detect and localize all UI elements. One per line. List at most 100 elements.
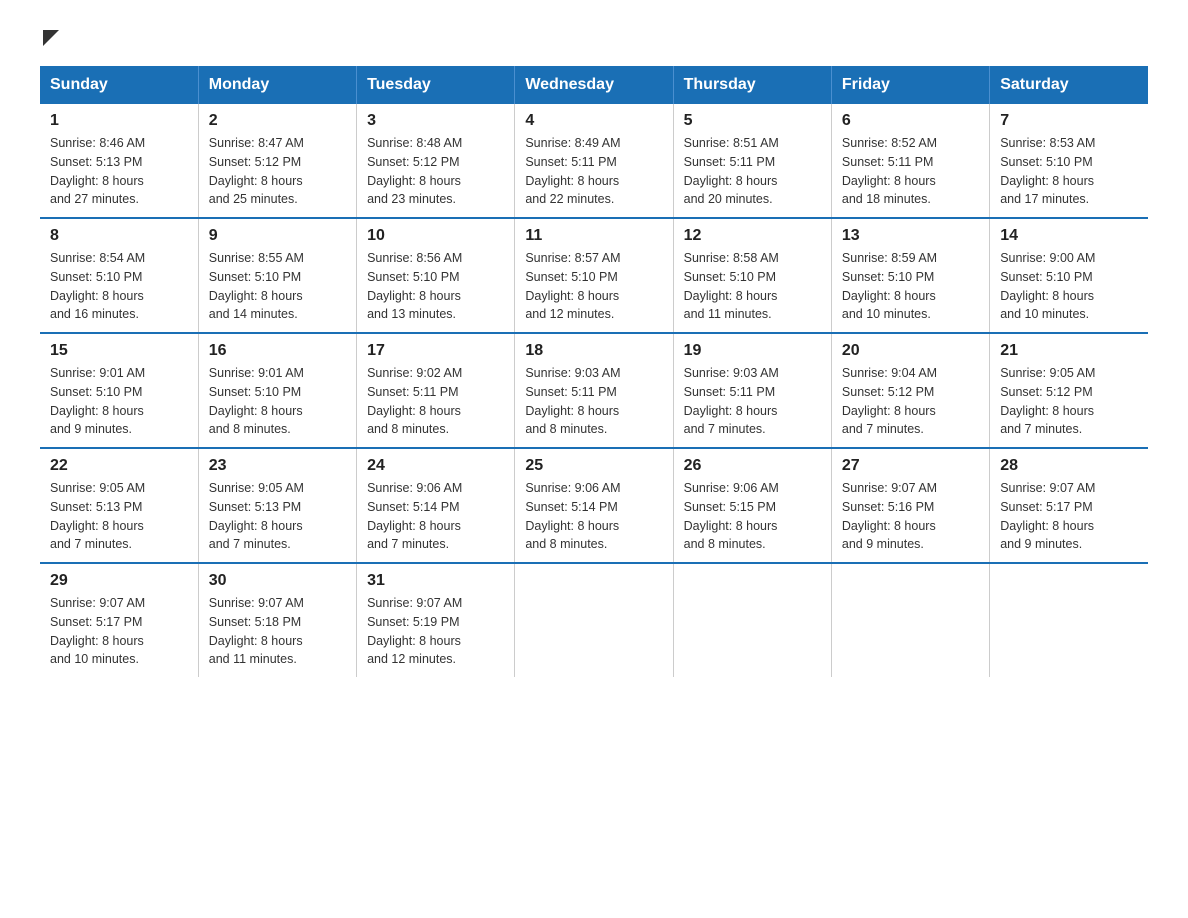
day-info: Sunrise: 8:52 AM Sunset: 5:11 PM Dayligh… — [842, 134, 979, 209]
day-number: 19 — [684, 342, 821, 360]
weekday-header-sunday: Sunday — [40, 66, 198, 104]
day-info: Sunrise: 8:47 AM Sunset: 5:12 PM Dayligh… — [209, 134, 346, 209]
day-info: Sunrise: 9:04 AM Sunset: 5:12 PM Dayligh… — [842, 364, 979, 439]
day-number: 31 — [367, 572, 504, 590]
day-number: 22 — [50, 457, 188, 475]
day-number: 30 — [209, 572, 346, 590]
day-info: Sunrise: 8:51 AM Sunset: 5:11 PM Dayligh… — [684, 134, 821, 209]
calendar-cell: 5 Sunrise: 8:51 AM Sunset: 5:11 PM Daylig… — [673, 104, 831, 218]
day-number: 13 — [842, 227, 979, 245]
weekday-header-monday: Monday — [198, 66, 356, 104]
day-number: 3 — [367, 112, 504, 130]
day-info: Sunrise: 9:02 AM Sunset: 5:11 PM Dayligh… — [367, 364, 504, 439]
day-number: 2 — [209, 112, 346, 130]
calendar-week-row: 1 Sunrise: 8:46 AM Sunset: 5:13 PM Daylig… — [40, 104, 1148, 218]
weekday-header-tuesday: Tuesday — [357, 66, 515, 104]
day-info: Sunrise: 9:06 AM Sunset: 5:15 PM Dayligh… — [684, 479, 821, 554]
day-info: Sunrise: 9:07 AM Sunset: 5:16 PM Dayligh… — [842, 479, 979, 554]
day-info: Sunrise: 9:05 AM Sunset: 5:13 PM Dayligh… — [50, 479, 188, 554]
calendar-cell: 2 Sunrise: 8:47 AM Sunset: 5:12 PM Daylig… — [198, 104, 356, 218]
day-number: 10 — [367, 227, 504, 245]
day-info: Sunrise: 8:49 AM Sunset: 5:11 PM Dayligh… — [525, 134, 662, 209]
calendar-cell: 3 Sunrise: 8:48 AM Sunset: 5:12 PM Daylig… — [357, 104, 515, 218]
calendar-cell: 26 Sunrise: 9:06 AM Sunset: 5:15 PM Dayli… — [673, 448, 831, 563]
calendar-cell — [673, 563, 831, 677]
day-number: 8 — [50, 227, 188, 245]
calendar-cell: 6 Sunrise: 8:52 AM Sunset: 5:11 PM Daylig… — [831, 104, 989, 218]
day-info: Sunrise: 9:07 AM Sunset: 5:17 PM Dayligh… — [50, 594, 188, 669]
day-number: 26 — [684, 457, 821, 475]
calendar-body: 1 Sunrise: 8:46 AM Sunset: 5:13 PM Daylig… — [40, 104, 1148, 677]
calendar-cell: 11 Sunrise: 8:57 AM Sunset: 5:10 PM Dayli… — [515, 218, 673, 333]
calendar-cell: 8 Sunrise: 8:54 AM Sunset: 5:10 PM Daylig… — [40, 218, 198, 333]
day-info: Sunrise: 8:56 AM Sunset: 5:10 PM Dayligh… — [367, 249, 504, 324]
day-info: Sunrise: 8:53 AM Sunset: 5:10 PM Dayligh… — [1000, 134, 1138, 209]
calendar-cell: 1 Sunrise: 8:46 AM Sunset: 5:13 PM Daylig… — [40, 104, 198, 218]
calendar-cell: 25 Sunrise: 9:06 AM Sunset: 5:14 PM Dayli… — [515, 448, 673, 563]
day-number: 5 — [684, 112, 821, 130]
calendar-cell: 29 Sunrise: 9:07 AM Sunset: 5:17 PM Dayli… — [40, 563, 198, 677]
day-number: 17 — [367, 342, 504, 360]
day-info: Sunrise: 9:05 AM Sunset: 5:13 PM Dayligh… — [209, 479, 346, 554]
calendar-cell — [831, 563, 989, 677]
calendar-week-row: 22 Sunrise: 9:05 AM Sunset: 5:13 PM Dayli… — [40, 448, 1148, 563]
calendar-cell: 9Sunrise: 8:55 AM Sunset: 5:10 PM Daylig… — [198, 218, 356, 333]
calendar-cell: 31 Sunrise: 9:07 AM Sunset: 5:19 PM Dayli… — [357, 563, 515, 677]
day-number: 28 — [1000, 457, 1138, 475]
calendar-cell: 20 Sunrise: 9:04 AM Sunset: 5:12 PM Dayli… — [831, 333, 989, 448]
day-info: Sunrise: 9:07 AM Sunset: 5:18 PM Dayligh… — [209, 594, 346, 669]
day-info: Sunrise: 8:48 AM Sunset: 5:12 PM Dayligh… — [367, 134, 504, 209]
calendar-cell: 27Sunrise: 9:07 AM Sunset: 5:16 PM Dayli… — [831, 448, 989, 563]
weekday-header-saturday: Saturday — [990, 66, 1148, 104]
day-number: 16 — [209, 342, 346, 360]
day-number: 23 — [209, 457, 346, 475]
day-info: Sunrise: 9:03 AM Sunset: 5:11 PM Dayligh… — [684, 364, 821, 439]
calendar-cell — [990, 563, 1148, 677]
day-info: Sunrise: 8:54 AM Sunset: 5:10 PM Dayligh… — [50, 249, 188, 324]
day-number: 18 — [525, 342, 662, 360]
calendar-cell: 17 Sunrise: 9:02 AM Sunset: 5:11 PM Dayli… — [357, 333, 515, 448]
logo — [40, 30, 59, 46]
day-number: 11 — [525, 227, 662, 245]
weekday-header-thursday: Thursday — [673, 66, 831, 104]
calendar-cell: 13 Sunrise: 8:59 AM Sunset: 5:10 PM Dayli… — [831, 218, 989, 333]
day-number: 25 — [525, 457, 662, 475]
day-number: 14 — [1000, 227, 1138, 245]
day-number: 21 — [1000, 342, 1138, 360]
day-number: 15 — [50, 342, 188, 360]
day-info: Sunrise: 8:58 AM Sunset: 5:10 PM Dayligh… — [684, 249, 821, 324]
day-info: Sunrise: 9:00 AM Sunset: 5:10 PM Dayligh… — [1000, 249, 1138, 324]
weekday-header-friday: Friday — [831, 66, 989, 104]
day-number: 20 — [842, 342, 979, 360]
day-info: Sunrise: 9:05 AM Sunset: 5:12 PM Dayligh… — [1000, 364, 1138, 439]
day-number: 1 — [50, 112, 188, 130]
calendar-cell: 18Sunrise: 9:03 AM Sunset: 5:11 PM Dayli… — [515, 333, 673, 448]
calendar-cell — [515, 563, 673, 677]
day-info: Sunrise: 9:06 AM Sunset: 5:14 PM Dayligh… — [367, 479, 504, 554]
calendar-cell: 15 Sunrise: 9:01 AM Sunset: 5:10 PM Dayli… — [40, 333, 198, 448]
day-number: 6 — [842, 112, 979, 130]
day-number: 7 — [1000, 112, 1138, 130]
calendar-cell: 19 Sunrise: 9:03 AM Sunset: 5:11 PM Dayli… — [673, 333, 831, 448]
day-info: Sunrise: 8:46 AM Sunset: 5:13 PM Dayligh… — [50, 134, 188, 209]
day-number: 29 — [50, 572, 188, 590]
day-info: Sunrise: 8:59 AM Sunset: 5:10 PM Dayligh… — [842, 249, 979, 324]
day-number: 9 — [209, 227, 346, 245]
calendar-cell: 16 Sunrise: 9:01 AM Sunset: 5:10 PM Dayli… — [198, 333, 356, 448]
calendar-week-row: 15 Sunrise: 9:01 AM Sunset: 5:10 PM Dayli… — [40, 333, 1148, 448]
calendar-cell: 21 Sunrise: 9:05 AM Sunset: 5:12 PM Dayli… — [990, 333, 1148, 448]
day-info: Sunrise: 9:01 AM Sunset: 5:10 PM Dayligh… — [50, 364, 188, 439]
calendar-cell: 22 Sunrise: 9:05 AM Sunset: 5:13 PM Dayli… — [40, 448, 198, 563]
calendar-header: SundayMondayTuesdayWednesdayThursdayFrid… — [40, 66, 1148, 104]
calendar-cell: 24Sunrise: 9:06 AM Sunset: 5:14 PM Dayli… — [357, 448, 515, 563]
page-header — [40, 30, 1148, 46]
calendar-cell: 4 Sunrise: 8:49 AM Sunset: 5:11 PM Daylig… — [515, 104, 673, 218]
day-info: Sunrise: 9:01 AM Sunset: 5:10 PM Dayligh… — [209, 364, 346, 439]
day-info: Sunrise: 8:57 AM Sunset: 5:10 PM Dayligh… — [525, 249, 662, 324]
calendar-cell: 28Sunrise: 9:07 AM Sunset: 5:17 PM Dayli… — [990, 448, 1148, 563]
day-info: Sunrise: 9:06 AM Sunset: 5:14 PM Dayligh… — [525, 479, 662, 554]
day-number: 12 — [684, 227, 821, 245]
calendar-cell: 12 Sunrise: 8:58 AM Sunset: 5:10 PM Dayli… — [673, 218, 831, 333]
day-number: 4 — [525, 112, 662, 130]
day-info: Sunrise: 9:07 AM Sunset: 5:19 PM Dayligh… — [367, 594, 504, 669]
